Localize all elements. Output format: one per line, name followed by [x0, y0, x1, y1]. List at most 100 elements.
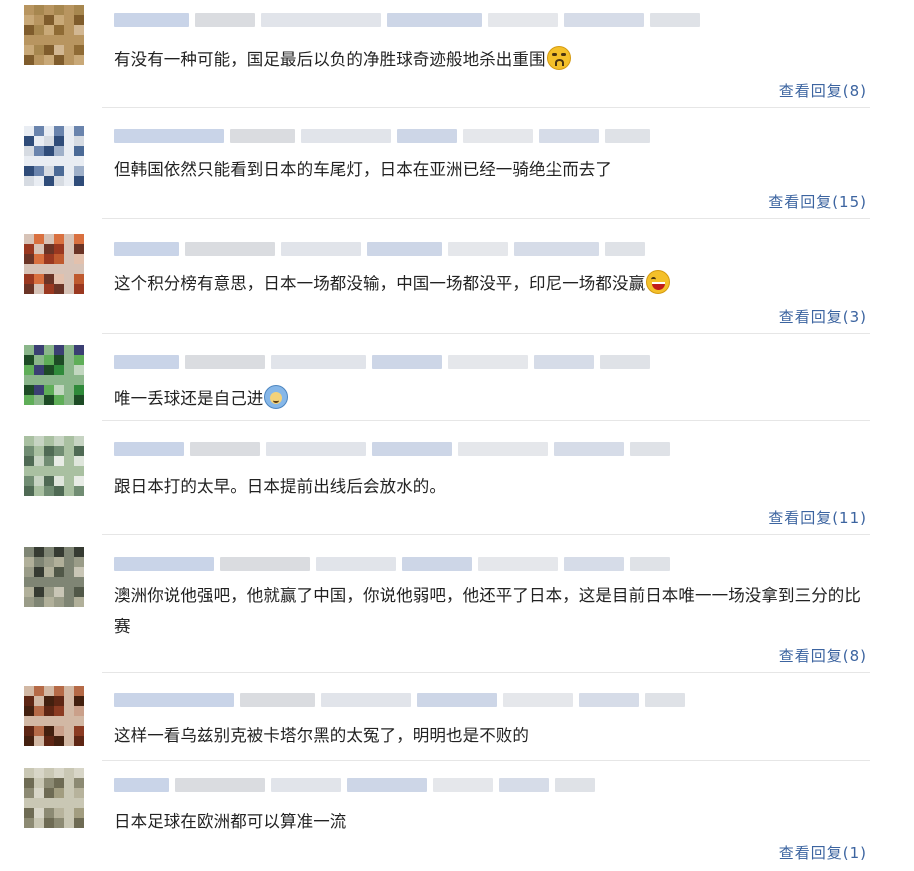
blurred-text-block [301, 129, 391, 143]
blurred-text-block [630, 442, 670, 456]
blurred-text-block [347, 778, 427, 792]
blurred-text-block [488, 13, 558, 27]
blurred-text-block [185, 242, 275, 256]
avatar[interactable] [24, 768, 84, 828]
blurred-text-block [114, 13, 189, 27]
blurred-text-block [372, 355, 442, 369]
blurred-text-block [271, 778, 341, 792]
comment-divider [102, 218, 870, 219]
comment-text: 这样一看乌兹别克被卡塔尔黑的太冤了，明明也是不败的 [114, 720, 874, 751]
username-blurred[interactable] [114, 240, 651, 258]
blurred-text-block [402, 557, 472, 571]
comment-text: 日本足球在欧洲都可以算准一流 [114, 806, 874, 837]
view-replies-link[interactable]: 查看回复(8) [779, 80, 867, 101]
view-replies-link[interactable]: 查看回复(1) [779, 842, 867, 863]
comment-divider [102, 333, 870, 334]
blurred-text-block [114, 557, 214, 571]
blurred-text-block [514, 242, 599, 256]
comment-text-content: 这个积分榜有意思，日本一场都没输，中国一场都没平，印尼一场都没赢 [114, 274, 646, 293]
blurred-text-block [503, 693, 573, 707]
blurred-text-block [114, 693, 234, 707]
blurred-text-block [271, 355, 366, 369]
username-blurred[interactable] [114, 691, 691, 709]
comment-text-content: 唯一丢球还是自己进 [114, 389, 264, 408]
blurred-text-block [230, 129, 295, 143]
blurred-text-block [645, 693, 685, 707]
blurred-text-block [448, 355, 528, 369]
comment-text-content: 有没有一种可能，国足最后以负的净胜球奇迹般地杀出重围 [114, 50, 546, 69]
blurred-text-block [321, 693, 411, 707]
smile-emoji [264, 385, 289, 409]
blurred-text-block [600, 355, 650, 369]
blurred-text-block [564, 557, 624, 571]
blurred-text-block [190, 442, 260, 456]
comment-text: 这个积分榜有意思，日本一场都没输，中国一场都没平，印尼一场都没赢 [114, 268, 874, 299]
blurred-text-block [605, 129, 650, 143]
blurred-text-block [564, 13, 644, 27]
comment-divider [102, 420, 870, 421]
avatar[interactable] [24, 436, 84, 496]
avatar[interactable] [24, 126, 84, 186]
username-blurred[interactable] [114, 440, 676, 458]
blurred-text-block [458, 442, 548, 456]
blurred-text-block [266, 442, 366, 456]
blurred-text-block [372, 442, 452, 456]
blurred-text-block [433, 778, 493, 792]
blurred-text-block [185, 355, 265, 369]
comment-divider [102, 107, 870, 108]
avatar[interactable] [24, 686, 84, 746]
blurred-text-block [539, 129, 599, 143]
comment-text: 有没有一种可能，国足最后以负的净胜球奇迹般地杀出重围 [114, 44, 874, 75]
comment-text: 跟日本打的太早。日本提前出线后会放水的。 [114, 471, 874, 502]
blurred-text-block [534, 355, 594, 369]
blurred-text-block [579, 693, 639, 707]
blurred-text-block [281, 242, 361, 256]
comment-divider [102, 672, 870, 673]
comment-text: 唯一丢球还是自己进 [114, 383, 874, 414]
username-blurred[interactable] [114, 353, 656, 371]
laugh-emoji [646, 270, 671, 294]
username-blurred[interactable] [114, 127, 656, 145]
avatar[interactable] [24, 234, 84, 294]
blurred-text-block [555, 778, 595, 792]
view-replies-link[interactable]: 查看回复(11) [768, 507, 867, 528]
blurred-text-block [630, 557, 670, 571]
avatar[interactable] [24, 345, 84, 405]
blurred-text-block [114, 355, 179, 369]
blurred-text-block [367, 242, 442, 256]
view-replies-link[interactable]: 查看回复(8) [779, 645, 867, 666]
blurred-text-block [554, 442, 624, 456]
blurred-text-block [240, 693, 315, 707]
blurred-text-block [650, 13, 700, 27]
comment-text: 但韩国依然只能看到日本的车尾灯，日本在亚洲已经一骑绝尘而去了 [114, 154, 874, 185]
blurred-text-block [220, 557, 310, 571]
blurred-text-block [114, 778, 169, 792]
blurred-text-block [387, 13, 482, 27]
comment-list: 有没有一种可能，国足最后以负的净胜球奇迹般地杀出重围查看回复(8) 但韩国依然只能… [0, 0, 914, 871]
avatar[interactable] [24, 547, 84, 607]
username-blurred[interactable] [114, 555, 676, 573]
comment-text: 澳洲你说他强吧，他就赢了中国，你说他弱吧，他还平了日本，这是目前日本唯一一场没拿… [114, 580, 874, 642]
blurred-text-block [499, 778, 549, 792]
view-replies-link[interactable]: 查看回复(3) [779, 306, 867, 327]
blurred-text-block [316, 557, 396, 571]
avatar[interactable] [24, 5, 84, 65]
comment-text-content: 日本足球在欧洲都可以算准一流 [114, 812, 347, 831]
blurred-text-block [114, 242, 179, 256]
view-replies-link[interactable]: 查看回复(15) [768, 191, 867, 212]
blurred-text-block [114, 129, 224, 143]
username-blurred[interactable] [114, 11, 706, 29]
blurred-text-block [463, 129, 533, 143]
blurred-text-block [261, 13, 381, 27]
blurred-text-block [478, 557, 558, 571]
comment-divider [102, 534, 870, 535]
comment-text-content: 这样一看乌兹别克被卡塔尔黑的太冤了，明明也是不败的 [114, 726, 529, 745]
blurred-text-block [397, 129, 457, 143]
comment-divider [102, 760, 870, 761]
comment-text-content: 跟日本打的太早。日本提前出线后会放水的。 [114, 477, 446, 496]
blurred-text-block [175, 778, 265, 792]
comment-text-content: 但韩国依然只能看到日本的车尾灯，日本在亚洲已经一骑绝尘而去了 [114, 160, 612, 179]
blurred-text-block [448, 242, 508, 256]
cry-emoji [546, 46, 571, 70]
username-blurred[interactable] [114, 776, 601, 794]
